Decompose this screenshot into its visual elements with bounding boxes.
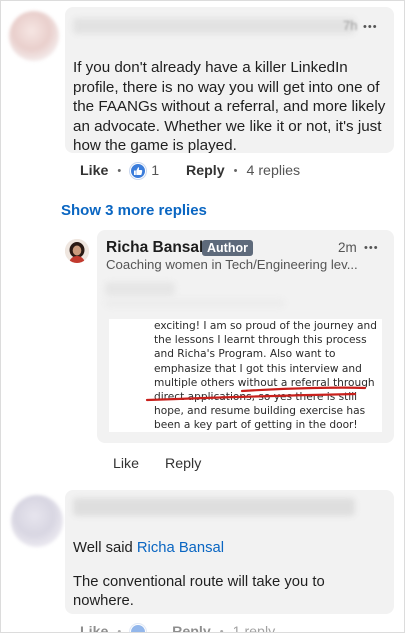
comment-text: nowhere. [73,593,134,609]
replies-count-link[interactable]: 1 reply [233,624,276,632]
comment-timestamp: 2m [338,240,357,255]
comment-actions: Like Reply [113,456,201,472]
like-button[interactable]: Like [113,456,139,472]
comment-timestamp: 7h [343,18,358,33]
red-underline-annotation [145,386,367,402]
commenter-avatar[interactable] [9,11,59,61]
author-avatar[interactable] [65,239,89,263]
show-more-replies-link[interactable]: Show 3 more replies [61,202,207,219]
commenter-name-redacted [73,498,355,516]
commenter-name-redacted [73,18,355,34]
like-button[interactable]: Like [80,163,108,179]
comments-thread: 7h ••• If you don't already have a kille… [0,0,405,633]
comment-text: The conventional route will take you to [73,574,325,590]
reply-button[interactable]: Reply [172,624,211,632]
more-options-icon[interactable]: ••• [364,243,379,254]
separator-dot: • [233,165,238,177]
thumbs-up-icon[interactable] [130,163,147,179]
reply-button[interactable]: Reply [186,163,225,179]
separator-dot: • [117,165,122,177]
author-badge: Author [202,240,253,256]
reaction-count[interactable]: 1 [151,163,159,179]
comment-text: If you don't already have a killer Linke… [73,59,386,155]
like-button[interactable]: Like [80,624,108,632]
comment-actions: Like • | Reply • 1 reply [80,624,276,632]
author-name[interactable]: Richa Bansal [106,239,203,257]
thumbs-up-icon[interactable] [130,624,147,632]
replies-count-link[interactable]: 4 replies [247,163,301,179]
avatar-photo-icon [65,239,89,263]
author-headline: Coaching women in Tech/Engineering lev..… [106,257,358,272]
comment-text-redacted [105,282,175,296]
commenter-avatar[interactable] [11,495,63,547]
comment-text: Well said Richa Bansal [73,540,225,556]
comment-actions: Like • 1 | Reply • 4 replies [80,163,300,179]
quoted-testimonial-text: exciting! I am so proud of the journey a… [154,320,377,432]
more-options-icon[interactable]: ••• [363,22,378,33]
reply-button[interactable]: Reply [165,456,201,472]
mention-link[interactable]: Richa Bansal [137,540,224,556]
comment-text-redacted [105,299,285,307]
